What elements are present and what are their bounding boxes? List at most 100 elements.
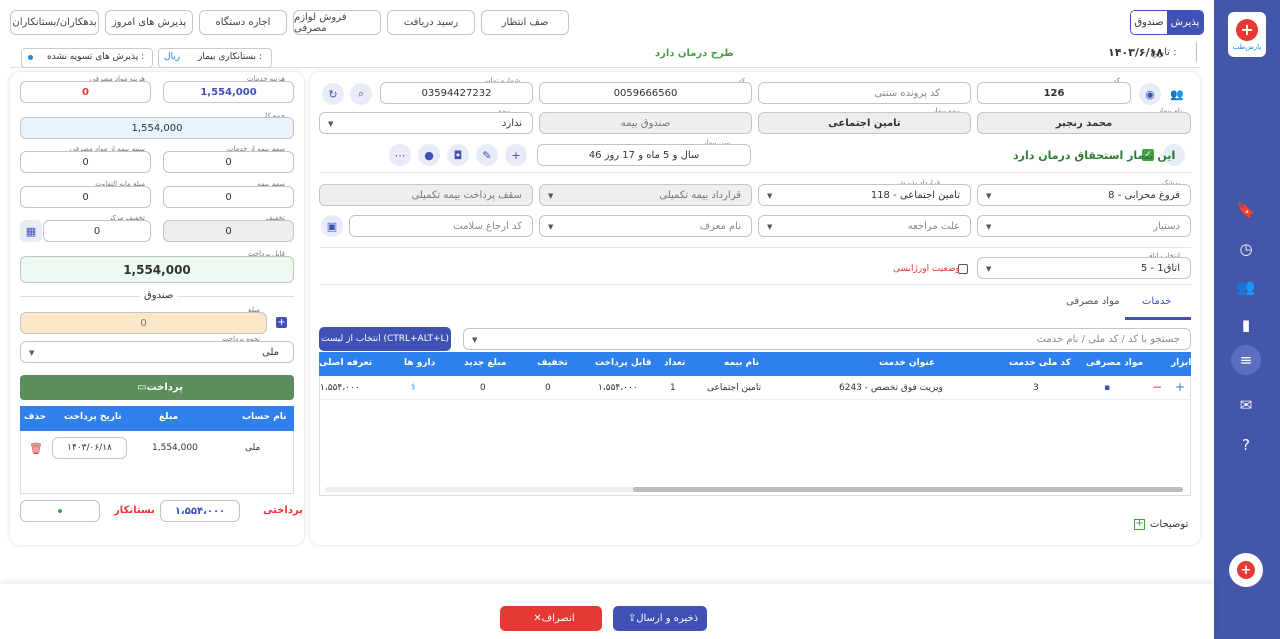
referrer-placeholder: نام معرف (699, 220, 741, 232)
cell-insurer: تامین اجتماعی (707, 383, 762, 393)
creditor-field (20, 500, 100, 522)
tab-admission[interactable]: پذیرش (1167, 11, 1203, 34)
search-icon[interactable]: ⌕ (350, 83, 372, 105)
file-code-field[interactable]: کد پرونده سنتی (758, 82, 971, 104)
remove-icon[interactable]: − (1152, 380, 1162, 394)
refresh-icon[interactable]: ↻ (322, 83, 344, 105)
insurance-fund-field[interactable]: صندوق بیمه (539, 112, 752, 134)
cell-base-tariff: ۱،۵۵۴،۰۰۰ (320, 383, 360, 393)
queue-button[interactable]: صف انتظار (481, 10, 569, 35)
save-send-button[interactable]: ⇪ ذخیره و ارسال (613, 606, 707, 631)
pay-button-label: پرداخت (146, 382, 183, 393)
col-tools: ابزار (1171, 358, 1192, 368)
contract-select[interactable]: ▼ 118 - تامین اجتماعی (758, 184, 971, 206)
users-icon[interactable]: 👥 (1233, 274, 1259, 300)
app-logo[interactable]: + پارس‌طب (1228, 12, 1266, 57)
add-notes-icon[interactable]: + (1134, 519, 1145, 530)
emergency-label: وضعیت اورژانسی (893, 264, 960, 274)
notification-icon[interactable]: ● (418, 144, 440, 166)
patient-name-field[interactable]: محمد رنجبر (977, 112, 1191, 134)
date-value: ۱۴۰۳/۶/۱۸ (1108, 46, 1164, 59)
payment-date-field[interactable]: ۱۴۰۳/۰۶/۱۸ (52, 437, 127, 459)
national-code-field[interactable]: 0059666560 (539, 82, 752, 104)
tab-cashbox[interactable]: صندوق (1131, 11, 1167, 34)
mail-icon[interactable]: ✉ (1233, 392, 1259, 418)
supplementary-contract-select[interactable]: ▼ قرارداد بیمه تکمیلی (539, 184, 752, 206)
logo-text: پارس‌طب (1232, 42, 1262, 51)
edit-icon[interactable]: ✎ (476, 144, 498, 166)
cashbox-title: صندوق (140, 290, 178, 301)
chevron-down-icon: ▼ (767, 192, 773, 200)
pick-from-list-button[interactable]: انتخاب از لیست (CTRL+ALT+L) (319, 327, 451, 351)
card-icon: ▭ (137, 382, 147, 393)
insurer-field[interactable]: تامین اجتماعی (758, 112, 971, 134)
cell-service-national: 3 (1033, 383, 1039, 393)
add-person-icon[interactable]: + (505, 144, 527, 166)
payable-field: 1,554,000 (20, 256, 294, 283)
drug-icon[interactable]: ⚕ (411, 383, 416, 393)
service-search-input[interactable]: ▼ جستجو با کد / کد ملی / نام خدمت (463, 328, 1191, 350)
today-admissions-button[interactable]: پذیرش های امروز (105, 10, 193, 35)
payment-amount-cell: 1,554,000 (152, 443, 198, 453)
tab-services[interactable]: خدمات (1142, 296, 1171, 307)
visit-reason-select[interactable]: ▼ علت مراجعه (758, 215, 971, 237)
cell-payable: ۱،۵۵۴،۰۰۰ (598, 383, 638, 393)
payment-method-select[interactable]: ▼ ملی (20, 341, 294, 363)
supply-cost-field: 0 (20, 81, 151, 103)
pay-button[interactable]: ▭ پرداخت (20, 375, 294, 400)
status-dot (58, 509, 62, 513)
menu-icon[interactable]: ≡ (1231, 345, 1261, 375)
camera-icon[interactable]: ◘ (447, 144, 469, 166)
bookmark-add-icon[interactable]: 🔖 (1233, 197, 1259, 223)
cell-service-title: 6243 - ویزیت فوق تخصص (839, 383, 943, 393)
room-select[interactable]: ▼ 5 - اتاق1 (977, 257, 1191, 279)
calculator-icon[interactable]: ▦ (20, 220, 42, 242)
clock-icon[interactable]: ◷ (1233, 236, 1259, 262)
logo-cross-icon: + (1236, 18, 1258, 41)
visit-reason-placeholder: علت مراجعه (907, 220, 960, 232)
chevron-down-icon: ▼ (986, 265, 992, 273)
add-icon[interactable]: + (1175, 380, 1185, 394)
device-rent-button[interactable]: اجاره دستگاه (199, 10, 287, 35)
supplementary-cap-field[interactable]: سقف پرداخت بیمه تکمیلی (319, 184, 533, 206)
supply-icon[interactable]: ▪ (1104, 383, 1110, 393)
brand-badge[interactable]: + (1229, 553, 1263, 587)
briefcase-icon[interactable]: ▣ (321, 215, 343, 237)
supplementary-select[interactable]: ▼ ندارد (319, 112, 533, 134)
debtors-button[interactable]: بدهکاران/بستانکاران (10, 10, 99, 35)
cell-count: 1 (670, 383, 676, 393)
insurer-supply-share-field: 0 (20, 151, 151, 173)
creditor-value: ریال (164, 52, 181, 62)
col-payable: قابل پرداخت (595, 358, 652, 368)
close-icon: ✕ (533, 613, 542, 624)
divider (320, 172, 1191, 173)
cross-icon: + (1237, 561, 1255, 579)
help-icon[interactable]: ? (1233, 432, 1259, 458)
doctor-select[interactable]: ▼ 8 - فروغ محرابی (977, 184, 1191, 206)
supply-sale-button[interactable]: فروش لوازم مصرفی (293, 10, 381, 35)
scrollbar-thumb[interactable] (633, 487, 1183, 492)
assistant-select[interactable]: ▼ دستیار (977, 215, 1191, 237)
amount-field[interactable]: 0 (20, 312, 267, 334)
referrer-select[interactable]: ▼ نام معرف (539, 215, 752, 237)
bar-chart-icon[interactable]: ▮ (1233, 312, 1259, 338)
more-icon[interactable]: ⋯ (389, 144, 411, 166)
add-amount-icon[interactable]: + (276, 317, 287, 328)
tab-supplies[interactable]: مواد مصرفی (1066, 296, 1120, 307)
payment-method-value: ملی (261, 346, 279, 358)
tab-indicator (1125, 317, 1191, 320)
receipt-button[interactable]: رسید دریافت (387, 10, 475, 35)
patient-code-field[interactable]: 126 (977, 82, 1131, 104)
phone-field[interactable]: 03594427232 (380, 82, 533, 104)
fingerprint-icon[interactable]: ◉ (1139, 83, 1161, 105)
chevron-down-icon: ▼ (986, 223, 992, 231)
table-row[interactable]: + − ▪ 3 6243 - ویزیت فوق تخصص تامین اجتم… (319, 376, 1191, 400)
center-discount-field[interactable]: 0 (43, 220, 151, 242)
service-search-placeholder: جستجو با کد / کد ملی / نام خدمت (1036, 333, 1180, 345)
health-referral-field[interactable]: کد ارجاع سلامت (349, 215, 533, 237)
chevron-down-icon: ▼ (986, 192, 992, 200)
cancel-button[interactable]: ✕ انصراف (500, 606, 602, 631)
col-drugs: دارو ها (404, 358, 436, 368)
chevron-down-icon: ▼ (767, 223, 773, 231)
delete-icon[interactable]: 🗑 (29, 442, 43, 455)
